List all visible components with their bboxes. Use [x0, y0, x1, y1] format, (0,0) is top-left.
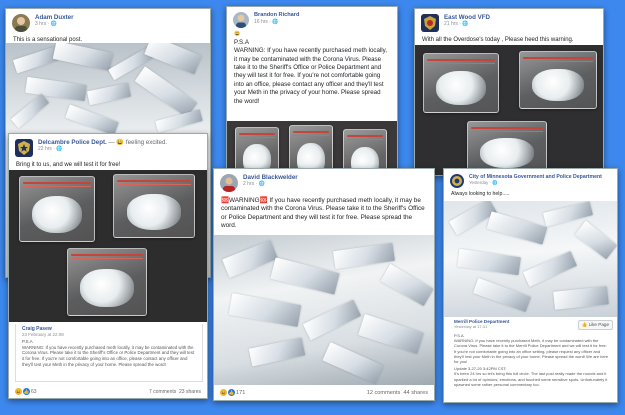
- haha-icon: 😆: [15, 388, 22, 395]
- like-page-label: Like Page: [588, 322, 609, 327]
- post-photo[interactable]: [9, 170, 207, 322]
- shares-count[interactable]: 44 shares: [403, 390, 428, 396]
- avatar[interactable]: [233, 12, 249, 28]
- globe-icon: 🌐: [462, 21, 469, 28]
- thumbs-up-icon: 👍: [581, 322, 588, 327]
- like-page-button[interactable]: 👍 Like Page: [577, 320, 613, 330]
- post-card-delcambre: Delcambre Police Dept. — 😀 feeling excit…: [8, 133, 208, 399]
- comments-count[interactable]: 12 comments: [367, 390, 401, 396]
- globe-icon: 🌐: [258, 181, 265, 188]
- reaction-count: 63: [31, 388, 37, 395]
- shares-count[interactable]: 23 shares: [179, 389, 201, 395]
- shared-post[interactable]: Craig Pasew 23 February at 22:08 P.S.A W…: [15, 324, 203, 382]
- post-header: David Blackwelder 2 hrs · 🌐: [214, 169, 434, 195]
- globe-icon: 🌐: [492, 180, 498, 186]
- post-header: Delcambre Police Dept. — 😀 feeling excit…: [9, 134, 207, 160]
- post-footer: 😆 👍 63 7 comments 23 shares: [9, 388, 207, 395]
- post-time: 16 hrs · 🌐: [254, 18, 279, 25]
- post-card-brandon: Brandon Richard 16 hrs · 🌐 😀 P.S.A WARNI…: [226, 6, 398, 194]
- avatar[interactable]: [450, 174, 464, 188]
- post-time: 3 hrs · 🌐: [35, 21, 57, 28]
- post-text: P.S.A WARNING: If you have recently purc…: [234, 39, 388, 105]
- shared-time: Yesterday at 17:31: [454, 324, 488, 329]
- post-time: 22 hrs · 🌐: [38, 146, 63, 153]
- post-photo[interactable]: [214, 235, 434, 385]
- like-icon: 👍: [23, 388, 30, 395]
- emoji-icon: 😀: [234, 31, 241, 37]
- post-header: Brandon Richard 16 hrs · 🌐: [227, 7, 397, 31]
- post-footer: 😆 👍 171 12 comments 44 shares: [214, 389, 434, 396]
- post-card-eastwood: East Wood VFD 21 hrs · 🌐 With all the Ov…: [414, 8, 604, 176]
- post-card-david: David Blackwelder 2 hrs · 🌐 🆘WARNING🆘 If…: [213, 168, 435, 401]
- activity-text: — 😀 feeling excited.: [108, 139, 168, 146]
- reaction-summary[interactable]: 😆 👍 63: [15, 388, 37, 395]
- update-text: Update 3-27-20 3:42PM CST: It's been 24 …: [454, 366, 608, 387]
- avatar[interactable]: [12, 14, 30, 32]
- post-header: City of Minnesota Government and Police …: [444, 169, 617, 191]
- like-icon: 👍: [228, 389, 235, 396]
- globe-icon: 🌐: [50, 21, 57, 28]
- post-header: Adam Duxter 3 hrs · 🌐: [6, 9, 210, 35]
- reaction-summary[interactable]: 😆 👍 171: [220, 389, 245, 396]
- avatar[interactable]: [220, 174, 238, 192]
- haha-icon: 😆: [220, 389, 227, 396]
- post-time: 21 hrs · 🌐: [444, 21, 469, 28]
- globe-icon: 🌐: [272, 18, 279, 25]
- post-text: 🆘WARNING🆘 If you have recently purchased…: [221, 197, 425, 229]
- post-time: 2 hrs · 🌐: [243, 181, 265, 188]
- shared-text: P.S.A WARNING: If you have recently purc…: [454, 333, 609, 364]
- reaction-count: 171: [236, 389, 246, 396]
- author-name[interactable]: Brandon Richard: [254, 12, 299, 19]
- shared-text: P.S.A WARNING: If you have recently purc…: [22, 339, 195, 367]
- shared-post[interactable]: Merrill Police Department Yesterday at 1…: [448, 319, 615, 401]
- avatar[interactable]: [421, 14, 439, 32]
- post-photo[interactable]: [415, 45, 603, 175]
- post-card-minnesota: City of Minnesota Government and Police …: [443, 168, 618, 403]
- post-header: East Wood VFD 21 hrs · 🌐: [415, 9, 603, 35]
- post-time: Yesterday · 🌐: [469, 180, 498, 186]
- post-text: Always looking to help.....: [451, 191, 510, 197]
- globe-icon: 🌐: [56, 146, 63, 153]
- shared-time: 23 February at 22:08: [22, 332, 64, 337]
- avatar[interactable]: [15, 139, 33, 157]
- comments-count[interactable]: 7 comments: [149, 389, 176, 395]
- post-photo[interactable]: [444, 201, 617, 317]
